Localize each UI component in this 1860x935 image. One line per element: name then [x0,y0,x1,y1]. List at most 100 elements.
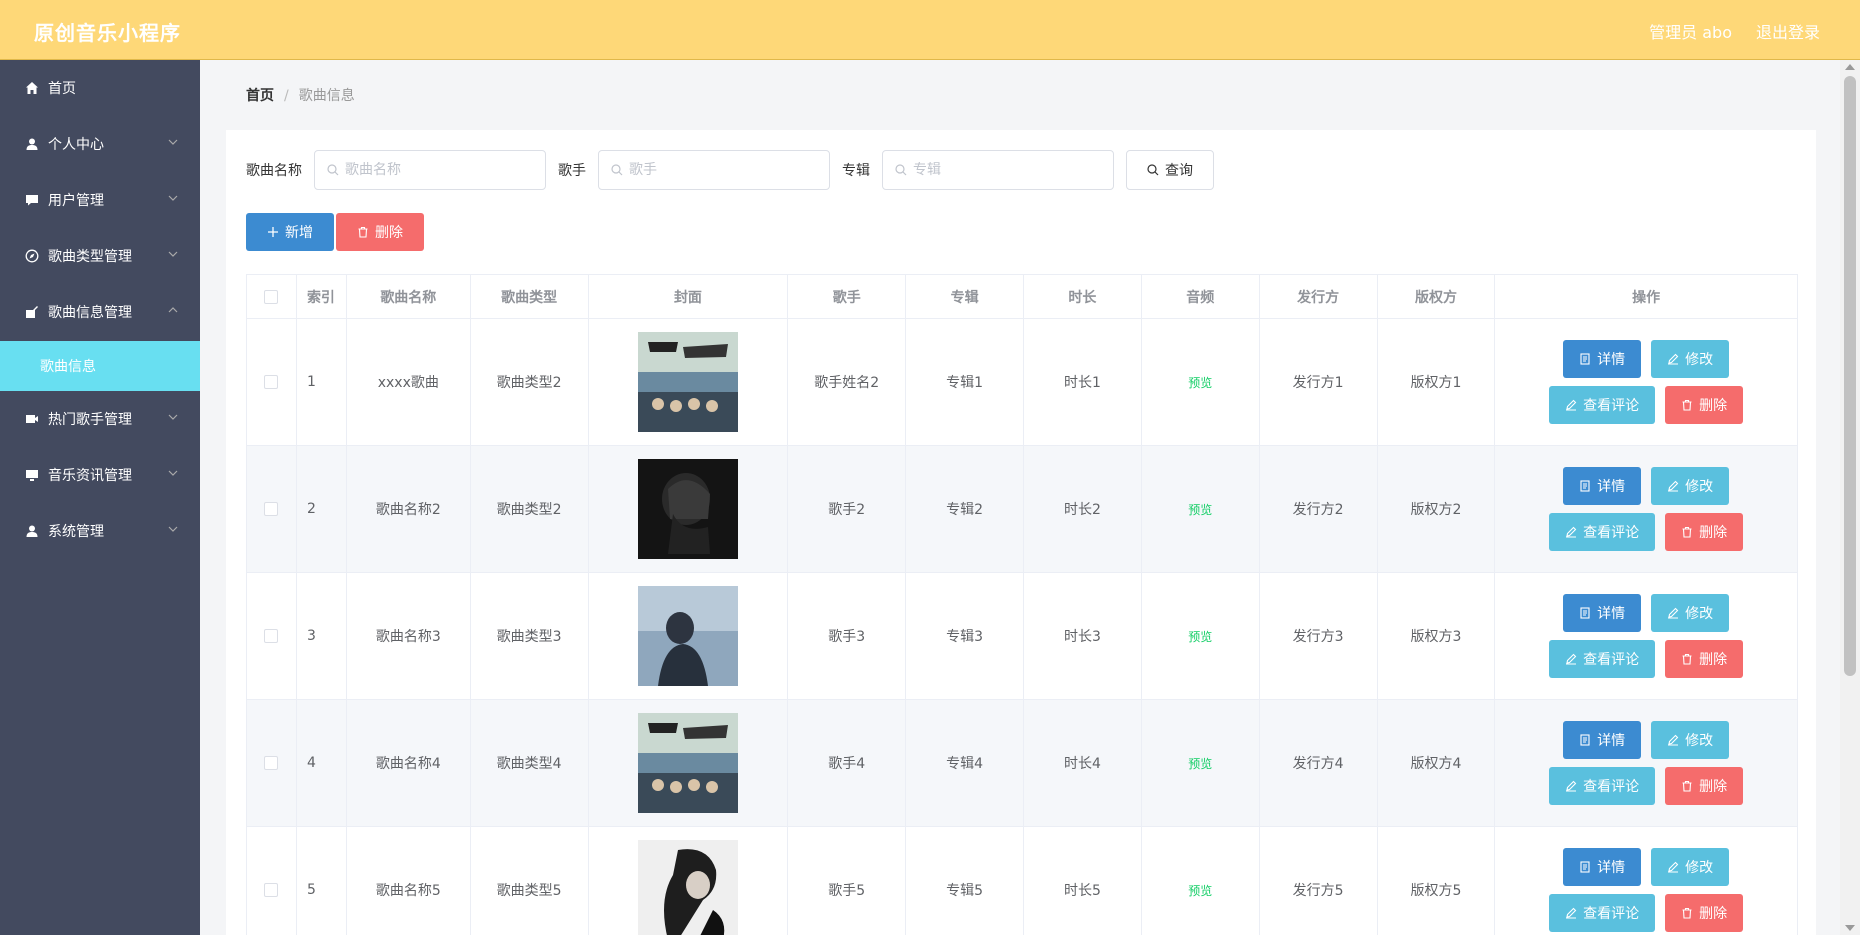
cell-duration: 时长3 [1024,573,1142,699]
song-name-field[interactable] [314,150,546,190]
view-comments-button[interactable]: 查看评论 [1549,640,1656,678]
view-comments-button-label: 查看评论 [1583,779,1640,795]
cell-operations: 详情 修改 查看评论 删除 [1495,319,1797,445]
edit-button[interactable]: 修改 [1651,721,1730,759]
edit-button-label: 修改 [1685,606,1714,622]
edit-button[interactable]: 修改 [1651,340,1730,378]
scroll-down-icon[interactable] [1845,925,1855,931]
batch-delete-button[interactable]: 删除 [336,213,424,251]
album-field[interactable] [882,150,1114,190]
view-comments-button[interactable]: 查看评论 [1549,513,1656,551]
edit-icon [1668,480,1679,492]
col-header-cover: 封面 [589,275,789,318]
delete-button[interactable]: 删除 [1665,513,1744,551]
detail-button-label: 详情 [1597,352,1626,368]
edit-button[interactable]: 修改 [1651,467,1730,505]
row-checkbox[interactable] [264,629,279,643]
row-checkbox[interactable] [264,375,279,389]
edit-button-label: 修改 [1685,860,1714,876]
chevron-down-icon [168,414,178,420]
table-row: 5 歌曲名称5 歌曲类型5 歌手5 专辑5 时长5 预览 发行方5 版权方5 详… [247,827,1797,935]
delete-button-label: 删除 [1699,906,1728,922]
edit-icon [1566,907,1577,919]
ops-line-bottom: 查看评论 删除 [1549,513,1744,551]
logout-link[interactable]: 退出登录 [1756,19,1820,43]
sidebar-item-system[interactable]: 系统管理 [0,503,200,559]
row-checkbox[interactable] [264,502,279,516]
song-name-input[interactable] [345,162,525,178]
page-scrollbar[interactable] [1840,60,1860,935]
songs-table: 索引 歌曲名称 歌曲类型 封面 歌手 专辑 时长 音频 发行方 版权方 操作 1… [246,274,1798,935]
query-button[interactable]: 查询 [1126,150,1214,190]
detail-button[interactable]: 详情 [1563,340,1642,378]
singer-field[interactable] [598,150,830,190]
trash-icon [358,226,368,238]
cell-publisher: 发行方2 [1260,446,1378,572]
cell-audio: 预览 [1142,700,1260,826]
edit-icon [1668,607,1679,619]
delete-button[interactable]: 删除 [1665,767,1744,805]
detail-button[interactable]: 详情 [1563,467,1642,505]
edit-button[interactable]: 修改 [1651,848,1730,886]
sidebar-item-song-types[interactable]: 歌曲类型管理 [0,228,200,284]
table-row: 1 xxxx歌曲 歌曲类型2 歌手姓名2 专辑1 时长1 预览 发行方1 版权方… [247,319,1797,446]
sidebar-item-hot-singers[interactable]: 热门歌手管理 [0,391,200,447]
row-checkbox[interactable] [264,756,279,770]
view-comments-button[interactable]: 查看评论 [1549,894,1656,932]
audio-preview-link[interactable]: 预览 [1188,755,1212,772]
select-all-checkbox[interactable] [264,289,279,304]
singer-input[interactable] [629,162,809,178]
sidebar-subitem-song-info[interactable]: 歌曲信息 [0,341,200,391]
edit-button[interactable]: 修改 [1651,594,1730,632]
cell-duration: 时长1 [1024,319,1142,445]
table-row: 4 歌曲名称4 歌曲类型4 歌手4 专辑4 时长4 预览 发行方4 版权方4 详… [247,700,1797,827]
audio-preview-link[interactable]: 预览 [1188,501,1212,518]
scroll-up-icon[interactable] [1845,64,1855,70]
table-row: 3 歌曲名称3 歌曲类型3 歌手3 专辑3 时长3 预览 发行方3 版权方3 详… [247,573,1797,700]
action-bar: 新增 删除 [246,213,424,251]
cell-copyright: 版权方3 [1378,573,1496,699]
view-comments-button-label: 查看评论 [1583,398,1640,414]
cell-operations: 详情 修改 查看评论 删除 [1495,827,1797,935]
cell-index: 2 [297,446,347,572]
cell-type: 歌曲类型5 [471,827,589,935]
cell-cover [589,446,789,572]
view-comments-button[interactable]: 查看评论 [1549,386,1656,424]
audio-preview-link[interactable]: 预览 [1188,628,1212,645]
cover-image [637,459,738,559]
main-content: 首页 / 歌曲信息 歌曲名称 歌手 专辑 查询 [200,60,1840,935]
add-button[interactable]: 新增 [246,213,334,251]
sidebar-item-label: 用户管理 [48,193,104,209]
delete-button[interactable]: 删除 [1665,386,1744,424]
sidebar-item-song-info[interactable]: 歌曲信息管理 [0,284,200,340]
edit-icon [1566,653,1577,665]
delete-button[interactable]: 删除 [1665,640,1744,678]
audio-preview-link[interactable]: 预览 [1188,374,1212,391]
singer-label: 歌手 [558,163,586,179]
document-icon [1580,353,1590,365]
album-input[interactable] [913,162,1093,178]
view-comments-button-label: 查看评论 [1583,652,1640,668]
cover-image [637,332,738,432]
cell-singer: 歌手5 [788,827,907,935]
sidebar-item-home[interactable]: 首页 [0,60,200,116]
cell-audio: 预览 [1142,446,1260,572]
detail-button[interactable]: 详情 [1563,721,1642,759]
sidebar-item-profile[interactable]: 个人中心 [0,116,200,172]
detail-button[interactable]: 详情 [1563,594,1642,632]
cell-audio: 预览 [1142,827,1260,935]
sidebar-item-music-news[interactable]: 音乐资讯管理 [0,447,200,503]
audio-preview-link[interactable]: 预览 [1188,882,1212,899]
chevron-down-icon [168,526,178,532]
view-comments-button[interactable]: 查看评论 [1549,767,1656,805]
breadcrumb-home[interactable]: 首页 [246,88,274,104]
scroll-thumb[interactable] [1844,76,1856,676]
delete-button[interactable]: 删除 [1665,894,1744,932]
cell-name: 歌曲名称3 [347,573,471,699]
user-icon [24,523,40,539]
row-checkbox[interactable] [264,883,279,897]
detail-button[interactable]: 详情 [1563,848,1642,886]
cell-cover [589,573,789,699]
sidebar-item-users[interactable]: 用户管理 [0,172,200,228]
cell-copyright: 版权方5 [1378,827,1496,935]
